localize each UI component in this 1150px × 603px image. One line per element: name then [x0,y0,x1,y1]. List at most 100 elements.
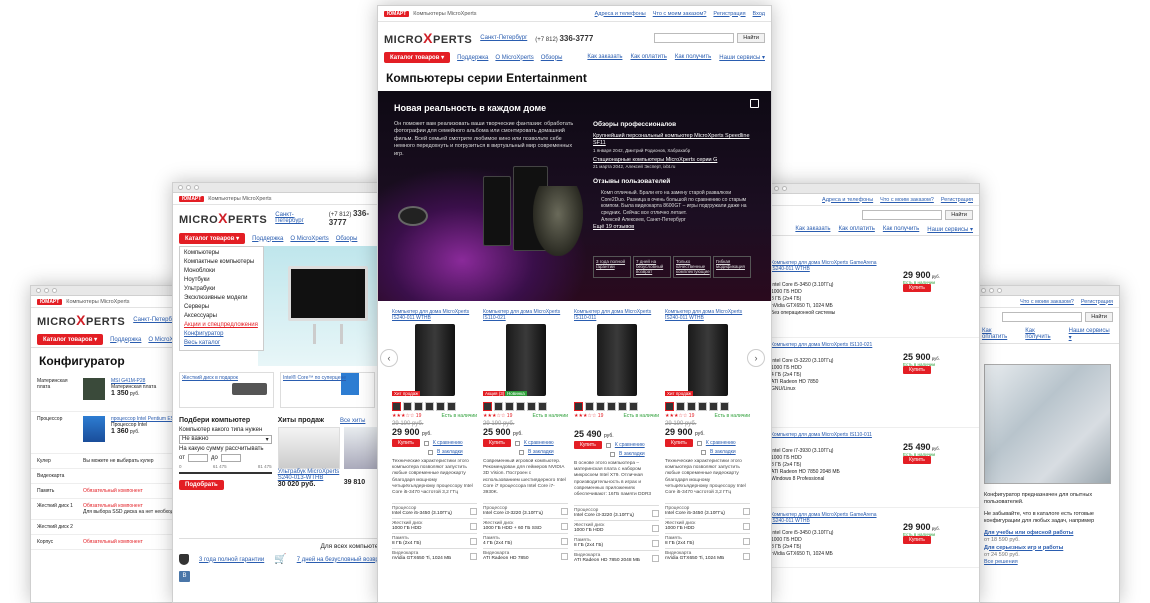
buy-button[interactable]: Купить [574,441,602,449]
review-link[interactable]: Стационарные компьютеры MicroXperts сери… [593,157,753,164]
breadcrumb[interactable]: Компьютеры MicroXperts [208,196,271,202]
catalog-button[interactable]: Каталог товаров ▾ [384,52,451,63]
spec-cpu[interactable]: Процессор Intel Core i5-3450 (3.10ГГц) [392,503,477,518]
list-item[interactable]: Компьютер для дома MicroXperts GameArena… [771,508,979,568]
compare-link[interactable]: К сравнению [706,440,736,446]
menu-item[interactable]: Ультрабуки [184,285,259,294]
compare-link[interactable]: К сравнению [433,440,463,446]
brand-logo[interactable]: MICROXPERTS [37,312,125,328]
solution-link-games[interactable]: Для серьезных игр и работы [984,545,1063,551]
list-item[interactable]: Компьютер для дома MicroXperts IS110-021… [771,338,979,428]
menu-item[interactable]: Конфигуратор [184,330,259,339]
menu-item[interactable]: Аксессуары [184,312,259,321]
product-image[interactable]: Хит продаж [665,324,750,399]
list-item[interactable]: Компьютер для дома MicroXperts GameArena… [771,256,979,338]
product-name[interactable]: Компьютер для дома MicroXperts IS110-011 [574,309,659,321]
breadcrumb[interactable]: Компьютеры MicroXperts [413,11,476,17]
nav-about[interactable]: О MicroXperts [495,55,533,61]
buy-button[interactable]: Купить [483,439,511,447]
nav-support[interactable]: Поддержка [252,236,283,242]
store-logo[interactable]: ЮМАРТ [37,298,63,305]
menu-item[interactable]: Компактные компьютеры [184,258,259,267]
price-to-input[interactable] [220,454,241,462]
catalog-button[interactable]: Каталог товаров ▾ [179,233,246,244]
nav-how-order[interactable]: Как заказать [587,54,622,61]
list-item[interactable]: Компьютер для дома MicroXperts IS110-011… [771,428,979,508]
city-link[interactable]: Санкт-Петербург [480,35,527,41]
nav-how-pay[interactable]: Как оплатить [838,226,874,233]
item-name[interactable]: Компьютер для дома MicroXperts GameArena… [771,512,889,524]
vk-icon[interactable]: B [179,571,190,582]
nav-how-get[interactable]: Как получить [1025,328,1060,341]
city-link[interactable]: Санкт-Петербург [275,212,321,224]
store-logo[interactable]: ЮМАРТ [384,10,410,17]
brand-logo[interactable]: MICROXPERTS [384,30,472,46]
thumbnails[interactable] [665,402,750,411]
spec-hdd[interactable]: Жесткий диск 1000 ГБ HDD [392,518,477,533]
spec-ram[interactable]: Память 8 ГБ (2x4 ГБ) [392,533,477,548]
guarantee-link[interactable]: 3 года полной гарантии [199,557,264,563]
store-logo[interactable]: ЮМАРТ [179,195,205,202]
compare-checkbox[interactable] [423,440,429,446]
addresses-link[interactable]: Адреса и телефоны [595,11,646,17]
spec-hdd[interactable]: Жесткий диск 1000 ГБ HDD [574,520,659,535]
menu-item[interactable]: Моноблоки [184,267,259,276]
nav-how-get[interactable]: Как получить [675,54,711,61]
nav-services[interactable]: Наши сервисы ▾ [719,54,765,61]
tab-guarantee[interactable]: 3 года полной гарантии [593,256,631,278]
price-slider[interactable] [179,472,272,474]
register-link[interactable]: Регистрация [1081,299,1113,305]
order-status-link[interactable]: Что с моим заказом? [880,197,934,203]
nav-reviews[interactable]: Обзоры [336,236,358,242]
thumbnails[interactable] [483,402,568,411]
spec-cpu[interactable]: Процессор Intel Core i3-3220 (3.10ГГц) [483,503,568,518]
order-status-link[interactable]: Что с моим заказом? [653,11,707,17]
wish-checkbox[interactable] [428,449,433,455]
login-link[interactable]: Вход [753,11,765,17]
all-solutions-link[interactable]: Все решения [984,559,1111,566]
spec-ram[interactable]: Память 4 ГБ (2x4 ГБ) [483,533,568,548]
product-name[interactable]: Компьютер для дома MicroXperts IS240-011… [392,309,477,321]
review-link[interactable]: Крупнейший персональный компьютер MicroX… [593,133,753,148]
wish-link[interactable]: В закладки [619,451,645,457]
thumbnails[interactable] [392,402,477,411]
product-image[interactable] [574,324,659,399]
wish-checkbox[interactable] [701,449,706,455]
search-input[interactable] [1002,312,1083,322]
register-link[interactable]: Регистрация [713,11,745,17]
addresses-link[interactable]: Адреса и телефоны [822,197,873,203]
breadcrumb[interactable]: Компьютеры MicroXperts [66,299,129,305]
brand-logo[interactable]: MICROXPERTS [179,210,267,226]
spec-gpu[interactable]: Видеокарта nVidia GTX650 Ti, 1024 МБ [665,548,750,563]
hit-item[interactable]: Ультрабук MicroXperts S240-013-WTHB 30 02… [277,427,340,488]
promo-hdd[interactable]: Жесткий диск в подарок [179,372,274,408]
order-status-link[interactable]: Что с моим заказом? [1020,299,1074,305]
pick-button[interactable]: Подобрать [179,480,224,490]
spec-ram[interactable]: Память 8 ГБ (2x4 ГБ) [665,533,750,548]
compare-link[interactable]: К сравнению [615,442,645,448]
solution-link-office[interactable]: Для учебы или офисной работы [984,530,1073,536]
nav-how-pay[interactable]: Как оплатить [630,54,666,61]
search-input[interactable] [862,210,943,220]
more-reviews-link[interactable]: Ещё 19 отзывов [593,224,753,231]
type-select[interactable]: Не важно ▾ [179,435,272,444]
menu-item[interactable]: Компьютеры [184,249,259,258]
nav-about[interactable]: О MicroXperts [290,236,328,242]
menu-item[interactable]: Серверы [184,303,259,312]
spec-gpu[interactable]: Видеокарта ATI Radeon HD 7850 [483,548,568,563]
wish-checkbox[interactable] [610,451,615,457]
price-from-input[interactable] [187,454,208,462]
nav-how-get[interactable]: Как получить [883,226,919,233]
monitor-banner[interactable] [258,246,391,366]
catalog-button[interactable]: Каталог товаров ▾ [37,334,104,345]
product-name[interactable]: Компьютер для дома MicroXperts IS110-021 [483,309,568,321]
buy-button[interactable]: Купить [392,439,420,447]
nav-services[interactable]: Наши сервисы ▾ [927,226,973,233]
buy-button[interactable]: Купить [903,284,931,292]
compare-checkbox[interactable] [696,440,702,446]
nav-support[interactable]: Поддержка [110,337,141,343]
spec-gpu[interactable]: Видеокарта nVidia GTX650 Ti, 1024 МБ [392,548,477,563]
nav-support[interactable]: Поддержка [457,55,488,61]
menu-item[interactable]: Весь каталог [184,339,259,348]
spec-gpu[interactable]: Видеокарта ATI Radeon HD 7850 2048 МБ [574,550,659,565]
